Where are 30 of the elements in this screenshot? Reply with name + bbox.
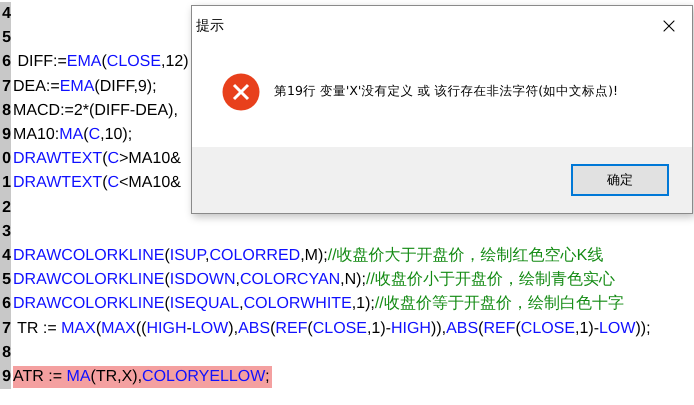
code-line: DRAWTEXT(C>MA10& — [13, 149, 182, 170]
line-number: 9 — [0, 122, 11, 148]
line-number: 6 — [0, 50, 11, 75]
line-number: 4 — [0, 2, 11, 26]
code-line: MACD:=2*(DIFF-DEA), — [13, 100, 179, 121]
dialog-title: 提示 — [196, 17, 224, 35]
code-line: MA10:MA(C,10); — [13, 125, 134, 146]
line-number: 6 — [0, 292, 11, 316]
code-line: DEA:=EMA(DIFF,9); — [13, 76, 158, 97]
line-number: 5 — [0, 26, 11, 50]
line-number: 4 — [0, 244, 11, 268]
code-line: TR := MAX(MAX((HIGH-LOW),ABS(REF(CLOSE,1)-HIGH)),ABS(REF(CLOSE,1)-LOW)); — [16, 318, 652, 339]
code-line: DRAWCOLORKLINE(ISEQUAL,COLORWHITE,1);//收盘价等于开盘价，绘制白色十字 — [13, 294, 625, 314]
line-number: 9 — [0, 364, 11, 389]
line-number: 3 — [0, 220, 11, 244]
line-number: 7 — [0, 74, 11, 99]
line-number: 0 — [0, 147, 11, 172]
code-line: DIFF:=EMA(CLOSE,12) — [16, 52, 190, 72]
code-line: DRAWCOLORKLINE(ISUP,COLORRED,M);//收盘价大于开盘价，绘制红色空心K线 — [13, 246, 604, 266]
line-number: 8 — [0, 98, 11, 123]
error-message: 第19行 变量'X'没有定义 或 该行存在非法字符(如中文标点)! — [274, 83, 618, 100]
line-number: 1 — [0, 171, 11, 196]
code-line: DRAWCOLORKLINE(ISDOWN,COLORCYAN,N);//收盘价小于开盘价，绘制青色实心 — [13, 270, 616, 290]
error-icon — [222, 72, 260, 110]
line-number: 8 — [0, 340, 11, 365]
line-number: 5 — [0, 268, 11, 292]
line-number: 2 — [0, 196, 11, 220]
ok-button[interactable]: 确定 — [571, 164, 669, 196]
code-line: DRAWTEXT(C<MA10& — [13, 173, 182, 194]
line-number: 7 — [0, 316, 11, 341]
